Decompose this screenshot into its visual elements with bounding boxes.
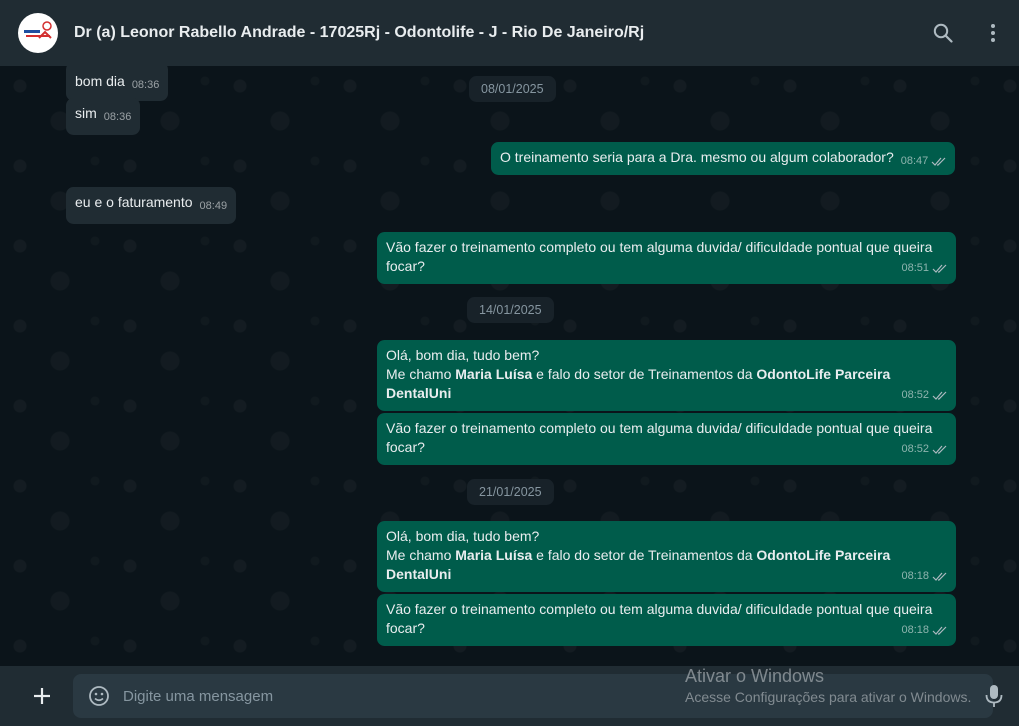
contact-avatar[interactable] bbox=[18, 13, 58, 53]
chat-header[interactable]: Dr (a) Leonor Rabello Andrade - 17025Rj … bbox=[0, 0, 1019, 66]
message-meta: 08:51 bbox=[901, 259, 948, 278]
date-divider: 21/01/2025 bbox=[467, 479, 554, 505]
message-text: bom dia bbox=[75, 73, 125, 89]
message-text: sim bbox=[75, 105, 97, 121]
message-meta: 08:52 bbox=[901, 440, 948, 459]
bold-name: Maria Luísa bbox=[455, 547, 533, 563]
message-time: 08:18 bbox=[901, 570, 929, 582]
message-meta: 08:52 bbox=[901, 386, 948, 405]
message-meta: 08:18 bbox=[901, 621, 948, 640]
greeting-line: Olá, bom dia, tudo bem? bbox=[386, 347, 540, 363]
message-time: 08:36 bbox=[131, 79, 160, 91]
message-text: Vão fazer o treinamento completo ou tem … bbox=[386, 239, 933, 274]
date-divider: 08/01/2025 bbox=[469, 76, 556, 102]
message-text: eu e o faturamento bbox=[75, 194, 193, 210]
read-ticks-icon bbox=[932, 626, 947, 635]
outgoing-message[interactable]: O treinamento seria para a Dra. mesmo ou… bbox=[491, 142, 956, 175]
text-segment: Me chamo bbox=[386, 547, 456, 563]
microphone-icon[interactable] bbox=[984, 684, 1004, 708]
outgoing-message[interactable]: Olá, bom dia, tudo bem? Me chamo Maria L… bbox=[377, 340, 956, 411]
message-text: Olá, bom dia, tudo bem? Me chamo Maria L… bbox=[386, 346, 947, 403]
incoming-message[interactable]: bom dia 08:36 bbox=[66, 66, 169, 101]
message-time: 08:36 bbox=[103, 111, 132, 123]
bold-name: Maria Luísa bbox=[455, 366, 533, 382]
date-divider: 14/01/2025 bbox=[467, 297, 554, 323]
message-time: 08:51 bbox=[901, 262, 929, 274]
emoji-icon[interactable] bbox=[87, 684, 111, 708]
watermark-title: Ativar o Windows bbox=[685, 666, 825, 686]
outgoing-message[interactable]: Vão fazer o treinamento completo ou tem … bbox=[377, 594, 956, 646]
greeting-line: Olá, bom dia, tudo bem? bbox=[386, 528, 540, 544]
message-text: O treinamento seria para a Dra. mesmo ou… bbox=[500, 149, 894, 165]
plus-icon[interactable] bbox=[28, 682, 56, 710]
odontolife-logo-icon bbox=[24, 21, 52, 39]
message-time: 08:52 bbox=[901, 389, 929, 401]
menu-dots-icon[interactable] bbox=[981, 21, 1005, 45]
outgoing-message[interactable]: Olá, bom dia, tudo bem? Me chamo Maria L… bbox=[377, 521, 956, 592]
message-text: Vão fazer o treinamento completo ou tem … bbox=[386, 601, 933, 636]
contact-name[interactable]: Dr (a) Leonor Rabello Andrade - 17025Rj … bbox=[74, 24, 874, 42]
chat-panel[interactable]: bom dia 08:36 sim 08:36 08/01/2025 O trein… bbox=[0, 66, 1019, 666]
incoming-message[interactable]: eu e o faturamento 08:49 bbox=[66, 187, 237, 224]
outgoing-message[interactable]: Vão fazer o treinamento completo ou tem … bbox=[377, 413, 956, 465]
text-segment: e falo do setor de Treinamentos da bbox=[532, 366, 757, 382]
text-segment: e falo do setor de Treinamentos da bbox=[532, 547, 757, 563]
windows-activation-watermark: Ativar o Windows Acesse Configurações pa… bbox=[685, 665, 971, 707]
message-time: 08:52 bbox=[901, 443, 929, 455]
read-ticks-icon bbox=[932, 445, 947, 454]
message-meta: 08:47 bbox=[901, 152, 948, 171]
message-text: Olá, bom dia, tudo bem? Me chamo Maria L… bbox=[386, 527, 947, 584]
message-text: Vão fazer o treinamento completo ou tem … bbox=[386, 420, 933, 455]
read-ticks-icon bbox=[932, 391, 947, 400]
watermark-subtitle: Acesse Configurações para ativar o Windo… bbox=[685, 689, 972, 705]
read-ticks-icon bbox=[932, 264, 947, 273]
read-ticks-icon bbox=[931, 157, 946, 166]
message-input[interactable] bbox=[123, 674, 683, 718]
outgoing-message[interactable]: Vão fazer o treinamento completo ou tem … bbox=[377, 232, 956, 284]
message-time: 08:47 bbox=[900, 155, 929, 167]
incoming-message[interactable]: sim 08:36 bbox=[66, 98, 141, 135]
search-icon[interactable] bbox=[931, 21, 955, 45]
text-segment: Me chamo bbox=[386, 366, 456, 382]
read-ticks-icon bbox=[932, 572, 947, 581]
message-time: 08:49 bbox=[199, 200, 228, 212]
message-time: 08:18 bbox=[901, 624, 929, 636]
message-meta: 08:18 bbox=[901, 567, 948, 586]
